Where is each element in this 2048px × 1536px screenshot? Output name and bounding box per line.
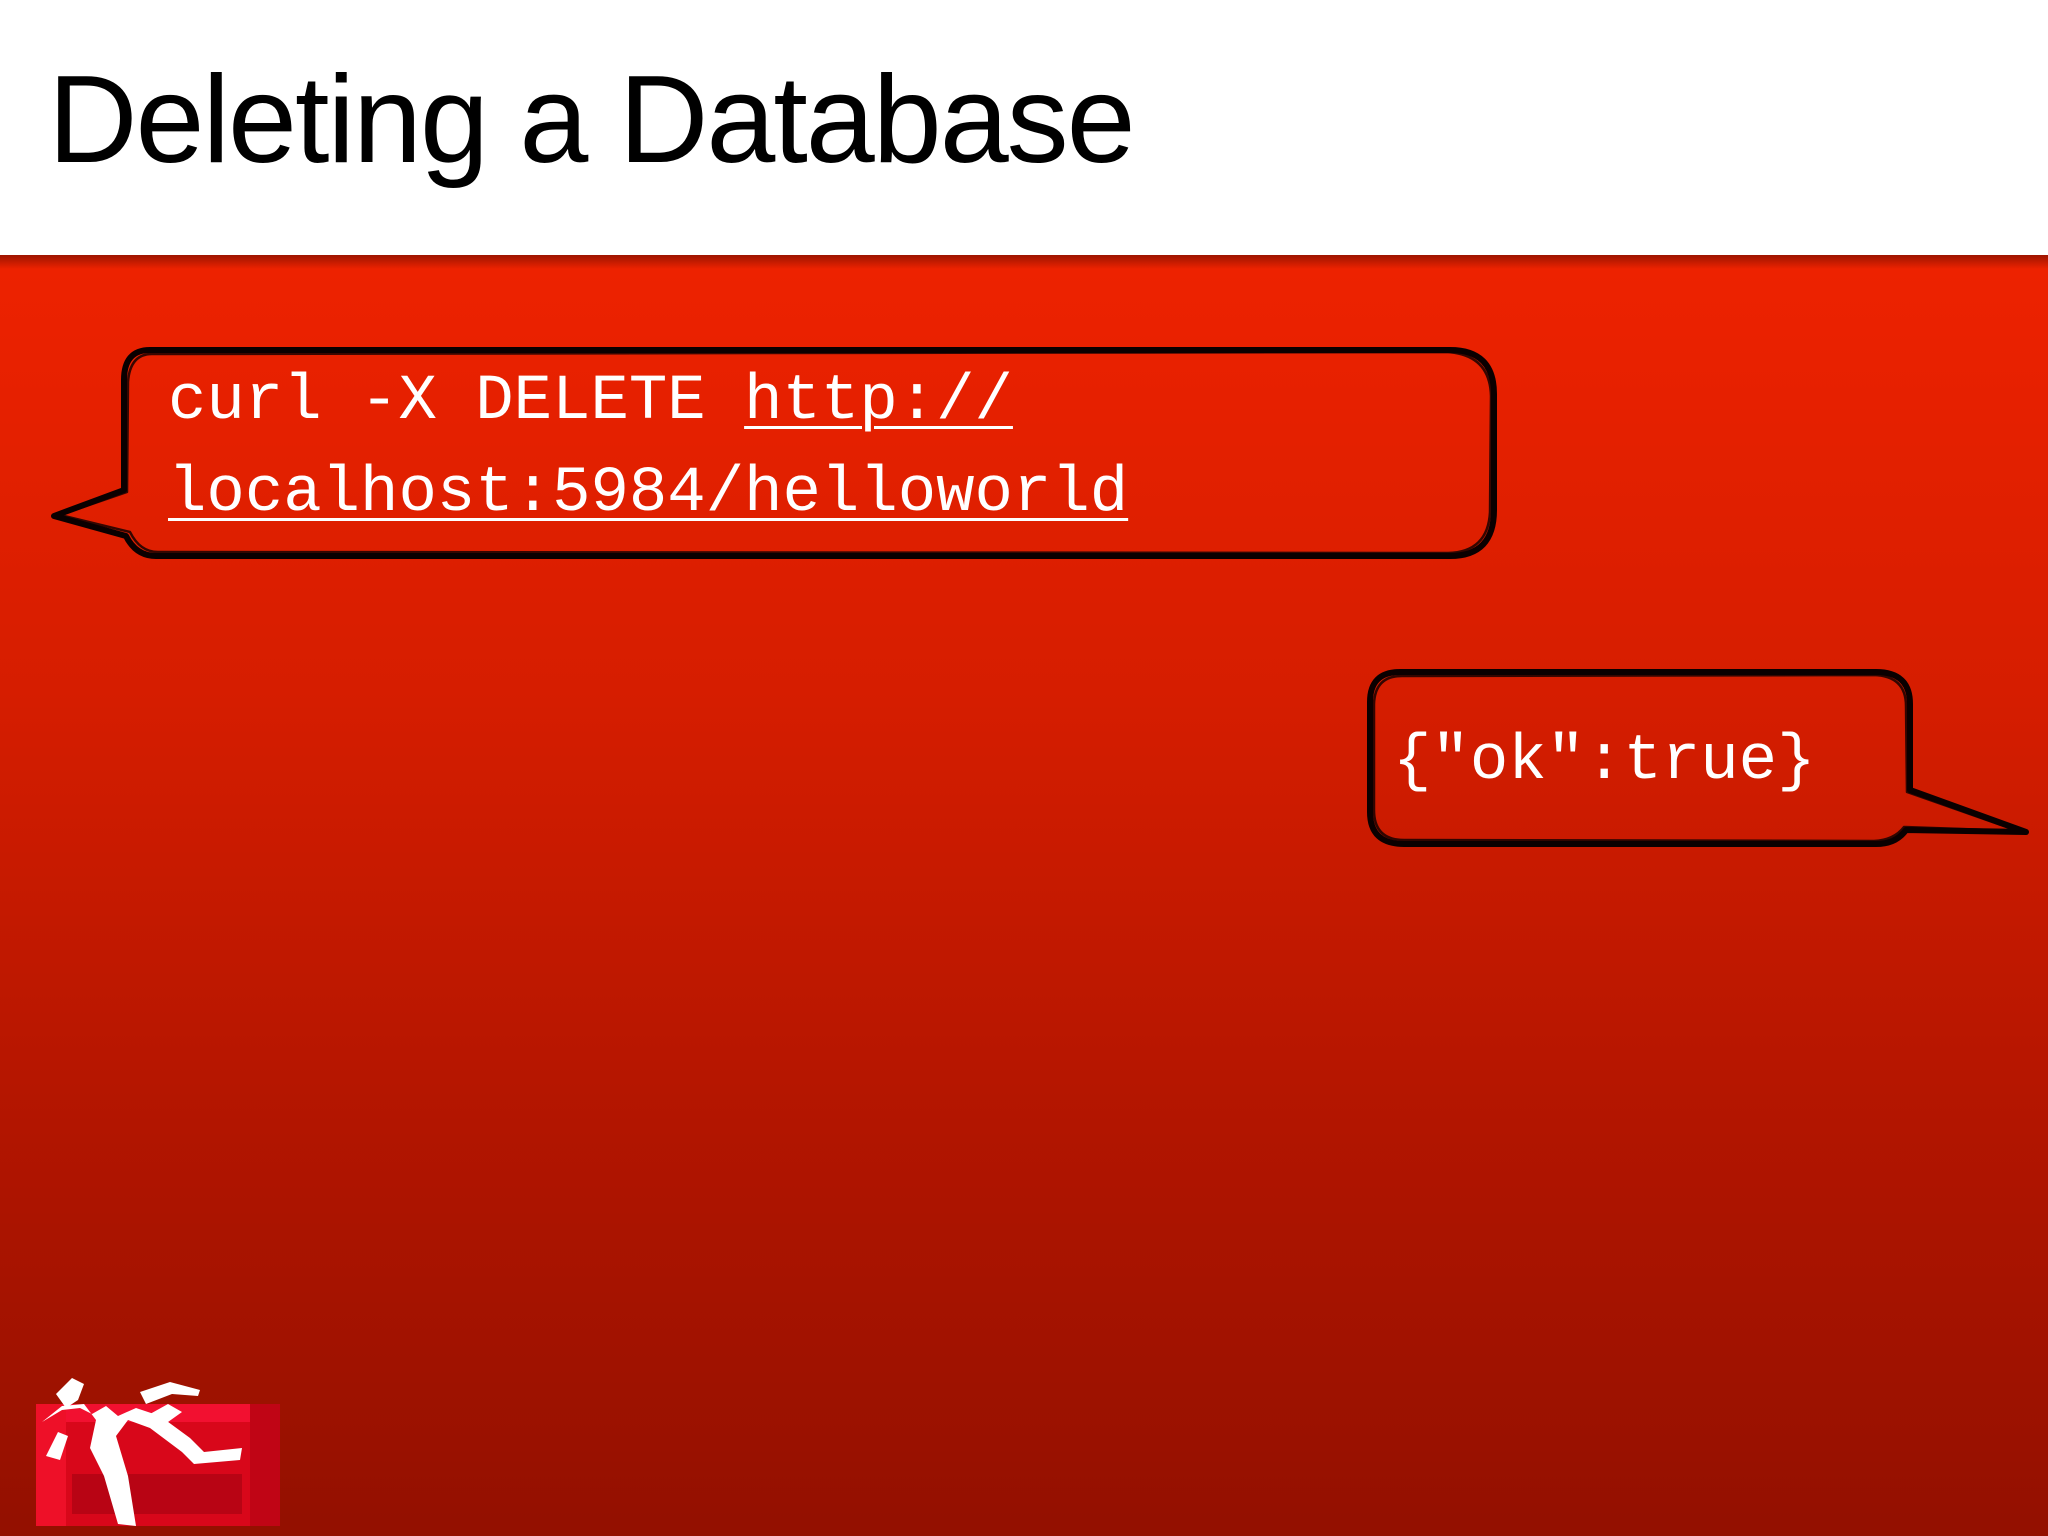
slide: Deleting a Database curl -X DELETE http:… <box>0 0 2048 1536</box>
url-link-part-2[interactable]: localhost:5984/helloworld <box>168 458 1128 530</box>
request-command-line-1: curl -X DELETE http:// <box>168 356 1013 448</box>
slide-title: Deleting a Database <box>48 51 1136 189</box>
title-bar: Deleting a Database <box>0 0 2048 255</box>
title-bar-shadow <box>0 255 2048 269</box>
request-command-line-2: localhost:5984/helloworld <box>168 448 1128 540</box>
url-link-part-1[interactable]: http:// <box>744 366 1013 438</box>
couchdb-relaxing-figure-icon <box>36 1378 280 1526</box>
curl-command: curl -X DELETE <box>168 366 745 438</box>
response-json: {"ok":true} <box>1393 726 1816 798</box>
